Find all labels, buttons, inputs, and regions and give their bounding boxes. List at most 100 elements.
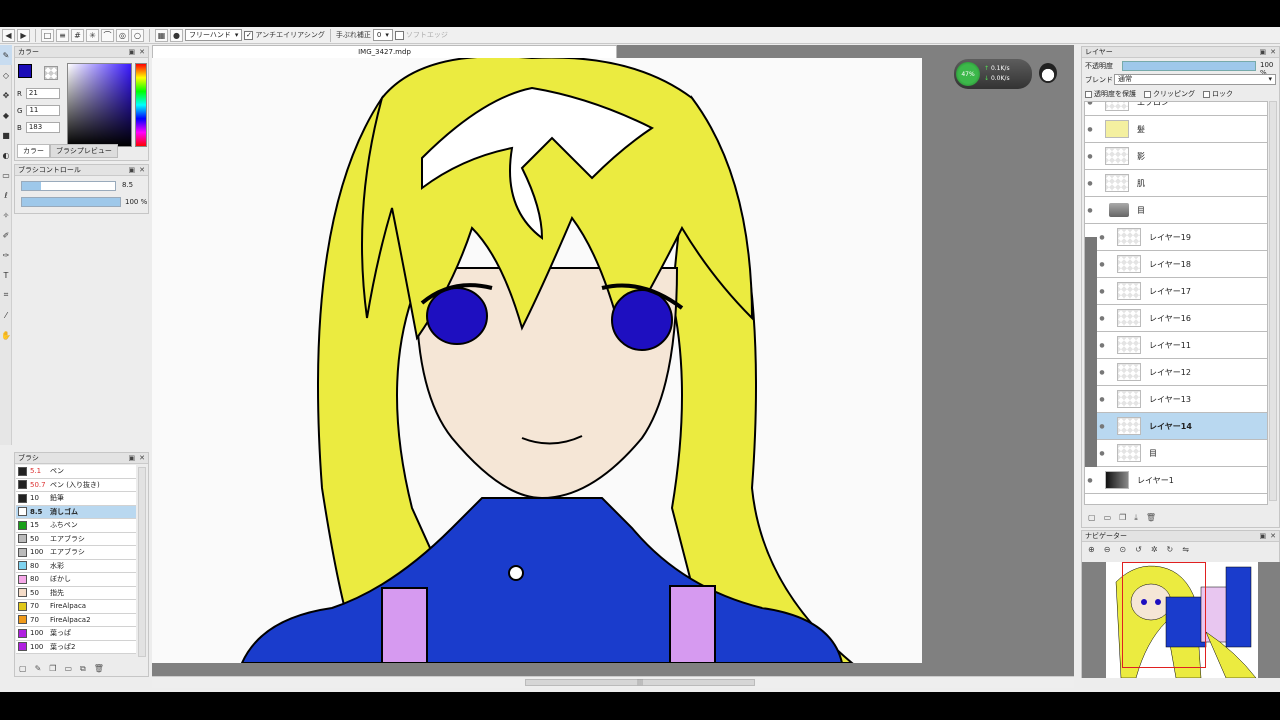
brush-item[interactable]: 80 ぼかし — [16, 573, 136, 587]
transparent-color-swatch[interactable] — [44, 66, 58, 80]
layer-opacity-slider[interactable] — [1122, 61, 1256, 71]
brush-item[interactable]: 100 葉っぱ2 — [16, 640, 136, 654]
brush-item[interactable]: 5.1 ペン — [16, 465, 136, 479]
blend-mode-select[interactable]: 通常 ▾ — [1114, 74, 1276, 85]
edit-brush-icon[interactable]: ✎ — [35, 664, 42, 674]
navigator-viewport-rect[interactable] — [1122, 562, 1206, 668]
layer-row[interactable]: ● 目 — [1085, 197, 1267, 224]
saturation-value-picker[interactable] — [67, 63, 132, 147]
zoom-reset-icon[interactable]: ⊙ — [1119, 545, 1126, 554]
grid-settings-icon[interactable]: ▦ — [155, 28, 168, 42]
horizontal-scrollbar[interactable]: ||| — [152, 676, 1074, 688]
trash-icon[interactable]: 🗑 — [1146, 513, 1156, 523]
trash-icon[interactable]: 🗑 — [94, 664, 104, 674]
snap-curve-icon[interactable]: ⌒ — [101, 28, 114, 42]
layer-row[interactable]: ● レイヤー16 — [1097, 305, 1267, 332]
select-tool-icon[interactable]: ▭ — [0, 165, 12, 185]
brush-item[interactable]: 50 エアブラシ — [16, 532, 136, 546]
hue-slider[interactable] — [135, 63, 147, 147]
brush-item[interactable]: 50.7 ペン (入り抜き) — [16, 478, 136, 492]
visibility-icon[interactable]: ● — [1085, 477, 1095, 484]
visibility-icon[interactable]: ● — [1097, 450, 1107, 457]
zoom-out-icon[interactable]: ⊖ — [1104, 545, 1111, 554]
g-field[interactable]: 11 — [26, 105, 61, 116]
pen-tool-icon[interactable]: ✎ — [0, 45, 12, 65]
close-icon[interactable]: ✕ — [139, 166, 145, 174]
clipping-checkbox[interactable]: クリッピング — [1144, 89, 1195, 99]
snap-off-icon[interactable]: □ — [41, 28, 54, 42]
scrollbar-thumb[interactable]: ||| — [525, 679, 755, 686]
hand-tool-icon[interactable]: ✋ — [0, 325, 12, 345]
rotate-left-icon[interactable]: ↺ — [1135, 545, 1142, 554]
snap-circle-icon[interactable]: ◎ — [116, 28, 129, 42]
layer-scrollbar[interactable] — [1269, 101, 1277, 501]
visibility-icon[interactable]: ● — [1097, 315, 1107, 322]
visibility-icon[interactable]: ● — [1097, 261, 1107, 268]
close-icon[interactable]: ✕ — [1270, 532, 1276, 540]
new-brush-icon[interactable]: ▢ — [19, 664, 27, 674]
visibility-icon[interactable]: ● — [1097, 396, 1107, 403]
layer-row[interactable]: ● レイヤー17 — [1097, 278, 1267, 305]
visibility-icon[interactable]: ● — [1097, 288, 1107, 295]
new-folder-icon[interactable]: ▭ — [1104, 513, 1112, 523]
new-layer-icon[interactable]: ▢ — [1088, 513, 1096, 523]
foreground-color-swatch[interactable] — [18, 64, 32, 78]
next-icon[interactable]: ▶ — [17, 28, 30, 42]
stabilizer-select[interactable]: 0 ▾ — [372, 29, 393, 41]
brush-item[interactable]: 10 鉛筆 — [16, 492, 136, 506]
tab-brush-preview[interactable]: ブラシプレビュー — [50, 144, 118, 158]
close-icon[interactable]: ✕ — [139, 454, 145, 462]
duplicate-brush-icon[interactable]: ❐ — [49, 664, 56, 674]
magic-wand-icon[interactable]: ✧ — [0, 205, 12, 225]
dock-icon[interactable]: ▣ — [1260, 532, 1267, 540]
close-icon[interactable]: ✕ — [1270, 48, 1276, 56]
tab-color[interactable]: カラー — [17, 144, 50, 158]
snap-radial-icon[interactable]: ✳ — [86, 28, 99, 42]
brush-mode-select[interactable]: フリーハンド ▾ — [185, 29, 243, 41]
layer-row[interactable]: ● レイヤー12 — [1097, 359, 1267, 386]
r-field[interactable]: 21 — [25, 88, 60, 99]
document-tab[interactable]: IMG_3427.mdp — [152, 45, 617, 58]
antialias-checkbox[interactable]: ✓ — [244, 30, 254, 40]
snap-grid-icon[interactable]: # — [71, 28, 84, 42]
move-tool-icon[interactable]: ✥ — [0, 85, 12, 105]
b-field[interactable]: 183 — [25, 122, 60, 133]
brush-item[interactable]: 100 葉っぱ — [16, 627, 136, 641]
layer-row[interactable]: ● レイヤー1 — [1085, 467, 1267, 494]
eyedropper-icon[interactable]: ⁄ — [0, 305, 12, 325]
select-pen-icon[interactable]: ✐ — [0, 225, 12, 245]
flip-icon[interactable]: ⇋ — [1182, 545, 1189, 554]
dock-icon[interactable]: ▣ — [1260, 48, 1267, 56]
brush-item[interactable]: 8.5 消しゴム — [16, 505, 136, 519]
brush-item[interactable]: 100 エアブラシ — [16, 546, 136, 560]
folder-brush-icon[interactable]: ▭ — [64, 664, 72, 674]
brush-item[interactable]: 70 FireAlpaca — [16, 600, 136, 614]
visibility-icon[interactable]: ● — [1085, 153, 1095, 160]
navigator-view[interactable] — [1082, 562, 1280, 678]
merge-layer-icon[interactable]: ⤓ — [1134, 513, 1138, 523]
lock-checkbox[interactable]: ロック — [1203, 89, 1233, 99]
copy-brush-icon[interactable]: ⧉ — [80, 664, 86, 674]
visibility-icon[interactable]: ● — [1097, 234, 1107, 241]
rotate-right-icon[interactable]: ↻ — [1167, 545, 1174, 554]
protect-alpha-checkbox[interactable]: 透明度を保護 — [1085, 89, 1136, 99]
canvas-area[interactable]: IMG_3427.mdp 47% ↑ 0.1K/s ↓ 0.0K/s ||| — [152, 45, 1074, 688]
brush-item[interactable]: 70 FireAlpaca2 — [16, 613, 136, 627]
text-tool-icon[interactable]: T — [0, 265, 12, 285]
visibility-icon[interactable]: ● — [1097, 369, 1107, 376]
duplicate-layer-icon[interactable]: ❐ — [1119, 513, 1126, 523]
gradient-tool-icon[interactable]: ◐ — [0, 145, 12, 165]
divide-tool-icon[interactable]: ⌗ — [0, 285, 12, 305]
brush-item[interactable]: 80 水彩 — [16, 559, 136, 573]
visibility-icon[interactable]: ● — [1085, 102, 1095, 106]
visibility-icon[interactable]: ● — [1085, 126, 1095, 133]
layer-row[interactable]: ● 髪 — [1085, 116, 1267, 143]
fill-tool-icon[interactable]: ■ — [0, 125, 12, 145]
visibility-icon[interactable]: ● — [1097, 342, 1107, 349]
drawing-canvas[interactable] — [152, 58, 922, 663]
dock-icon[interactable]: ▣ — [129, 48, 136, 56]
prev-icon[interactable]: ◀ — [2, 28, 15, 42]
snap-ellipse-icon[interactable]: ○ — [131, 28, 144, 42]
snap-parallel-icon[interactable]: ≡ — [56, 28, 69, 42]
layer-row[interactable]: ● 目 — [1097, 440, 1267, 467]
